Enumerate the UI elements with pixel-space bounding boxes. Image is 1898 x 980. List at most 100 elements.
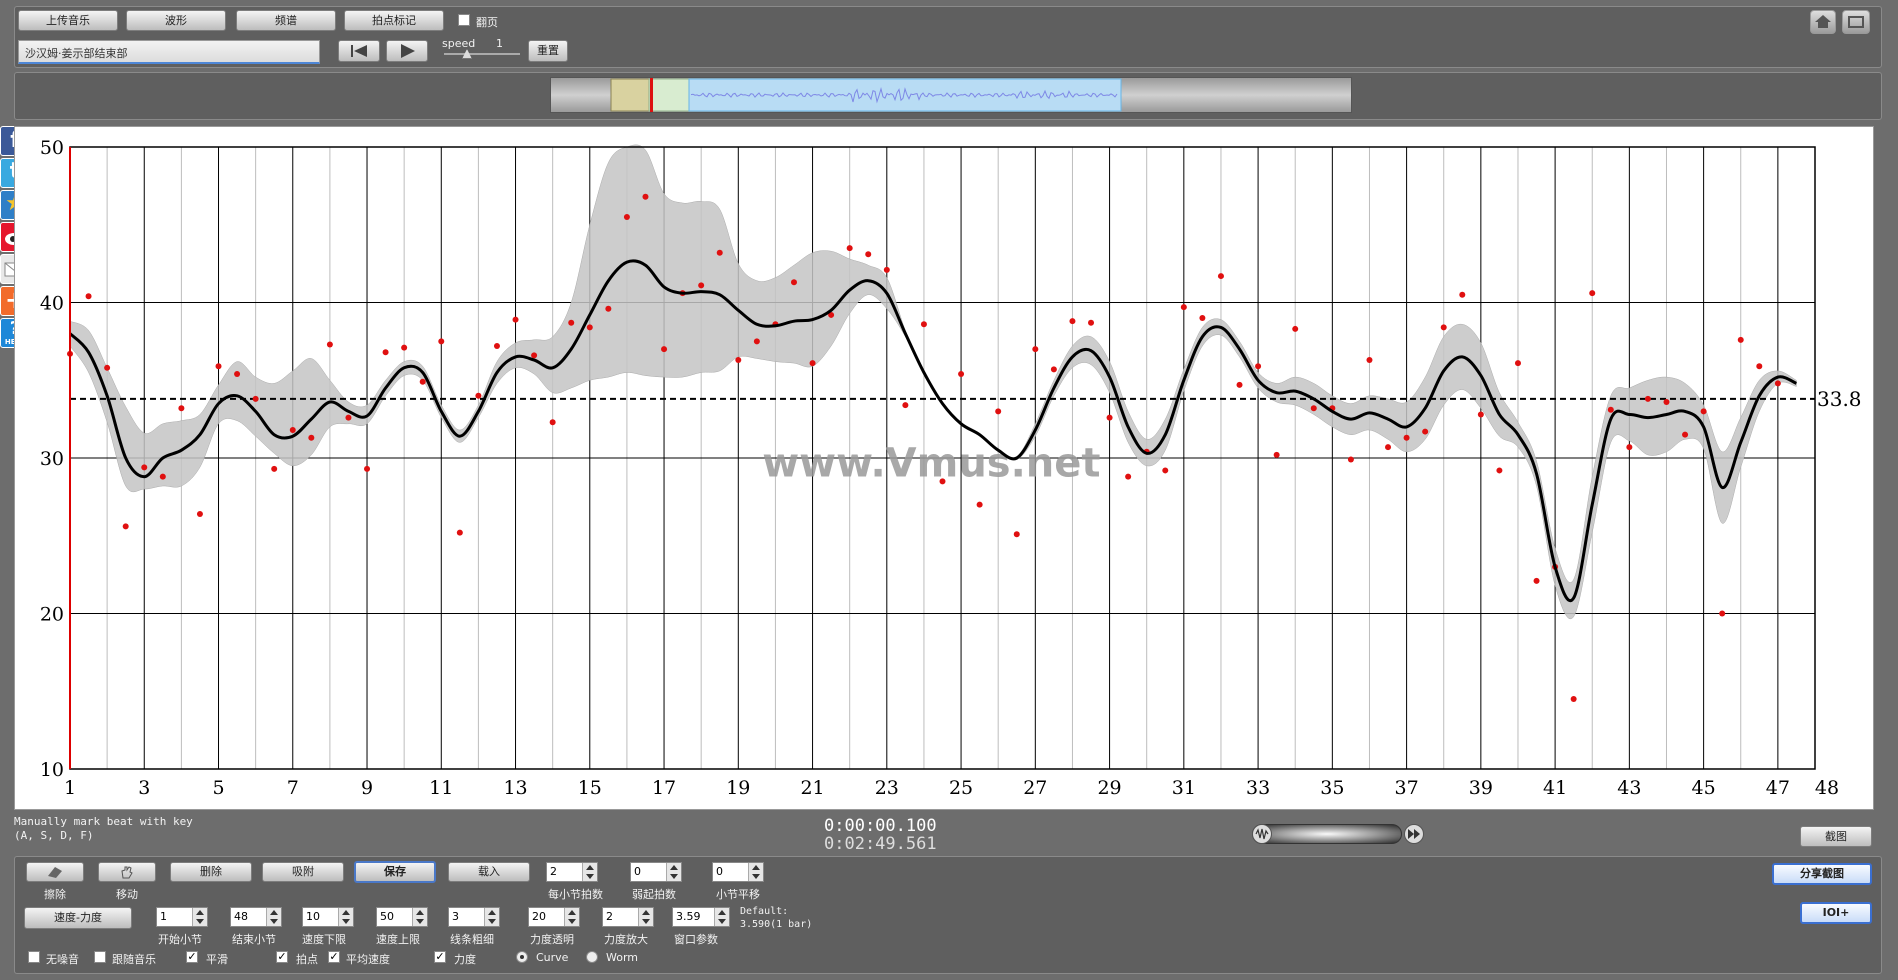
x-tick-label: 17 [652, 777, 676, 799]
worm-radio[interactable] [586, 951, 598, 963]
hint-line-2: (A, S, D, F) [14, 829, 94, 842]
load-button[interactable]: 载入 [448, 862, 530, 882]
beat-point [438, 338, 445, 345]
ioi-plus-button[interactable]: IOI+ [1800, 902, 1872, 924]
beat-mark-button[interactable]: 拍点标记 [344, 10, 444, 31]
dyn-zoom-spinner[interactable]: 2 [602, 907, 654, 927]
eraser-icon [48, 867, 62, 878]
spinner-arrows-icon[interactable] [638, 908, 653, 926]
share-screenshot-button[interactable]: 分享截图 [1772, 863, 1872, 885]
beat-point [252, 395, 259, 402]
overview-waveform[interactable] [550, 77, 1352, 113]
x-tick-label: 27 [1023, 777, 1047, 799]
spinner-arrows-icon[interactable] [748, 863, 763, 881]
beat-point [85, 293, 92, 300]
spinner-arrows-icon[interactable] [582, 863, 597, 881]
chart-area[interactable]: www.Vmus.net 1 3 5 7 9 11 13 15 17 19 21 23 25 27 29 31… [14, 126, 1874, 810]
follow-music-checkbox[interactable] [94, 951, 106, 963]
spinner-arrows-icon[interactable] [484, 908, 499, 926]
erase-button[interactable] [26, 862, 84, 882]
beat-point [1589, 290, 1596, 297]
x-tick-label: 13 [503, 777, 527, 799]
beat-point [920, 321, 927, 328]
start-bar-spinner[interactable]: 1 [156, 907, 208, 927]
tempo-chart[interactable]: www.Vmus.net 1 3 5 7 9 11 13 15 17 19 21 23 25 27 29 31… [15, 127, 1873, 809]
no-noise-checkbox[interactable] [28, 951, 40, 963]
snap-button[interactable]: 吸附 [262, 862, 344, 882]
tempo-min-spinner[interactable]: 10 [302, 907, 354, 927]
x-tick-label: 29 [1097, 777, 1121, 799]
beat-point [419, 378, 426, 385]
beat-point [1459, 291, 1466, 298]
beat-point [326, 341, 333, 348]
beat-point [345, 414, 352, 421]
bar-offset-label: 小节平移 [716, 888, 760, 901]
reset-button[interactable]: 重置 [528, 40, 568, 62]
beat-point [1440, 324, 1447, 331]
waveform-button[interactable]: 波形 [126, 10, 226, 31]
beat-point [958, 371, 965, 378]
y-tick-label: 40 [40, 293, 64, 315]
fullscreen-icon[interactable] [1842, 10, 1870, 34]
fast-forward-icon[interactable] [1404, 824, 1424, 844]
dyn-zoom-label: 力度放大 [604, 933, 648, 946]
tempo-min-value: 10 [306, 910, 320, 923]
x-tick-label: 39 [1469, 777, 1493, 799]
window-param-spinner[interactable]: 3.59 [672, 907, 730, 927]
spinner-arrows-icon[interactable] [714, 908, 729, 926]
beat-point [1310, 405, 1317, 412]
track-title-field[interactable]: 沙汉姆·姜示部结束部 [18, 40, 320, 64]
beat-point [549, 419, 556, 426]
spectrum-button[interactable]: 频谱 [236, 10, 336, 31]
beat-point [1162, 467, 1169, 474]
pickup-beats-label: 弱起拍数 [632, 888, 676, 901]
beat-points-checkbox[interactable]: ✓ [276, 951, 288, 963]
beat-point [271, 465, 278, 472]
beat-point [1570, 696, 1577, 703]
end-bar-spinner[interactable]: 48 [230, 907, 282, 927]
bar-offset-spinner[interactable]: 0 [712, 862, 764, 882]
save-button[interactable]: 保存 [354, 861, 436, 883]
upload-music-button[interactable]: 上传音乐 [18, 10, 118, 31]
speed-slider-track[interactable] [444, 53, 520, 55]
y-tick-label: 30 [40, 448, 64, 470]
beat-point [623, 213, 630, 220]
smooth-label: 平滑 [206, 953, 228, 966]
dynamics-checkbox[interactable]: ✓ [434, 951, 446, 963]
smooth-checkbox[interactable]: ✓ [186, 951, 198, 963]
beat-point [364, 465, 371, 472]
waveform-small-icon[interactable] [1252, 824, 1272, 844]
spinner-arrows-icon[interactable] [412, 908, 427, 926]
screenshot-button[interactable]: 截图 [1800, 826, 1872, 847]
flip-page-label: 翻页 [476, 16, 498, 29]
beats-per-bar-spinner[interactable]: 2 [546, 862, 598, 882]
delete-button[interactable]: 删除 [170, 862, 252, 882]
pickup-beats-spinner[interactable]: 0 [630, 862, 682, 882]
beat-point [1106, 414, 1113, 421]
home-icon[interactable] [1810, 10, 1836, 34]
spinner-arrows-icon[interactable] [564, 908, 579, 926]
play-button[interactable] [386, 40, 428, 62]
beat-point [1607, 406, 1614, 413]
beat-point [234, 371, 241, 378]
x-tick-label: 11 [429, 777, 453, 799]
spinner-arrows-icon[interactable] [266, 908, 281, 926]
beat-point [1032, 346, 1039, 353]
avg-tempo-checkbox[interactable]: ✓ [328, 951, 340, 963]
spinner-arrows-icon[interactable] [666, 863, 681, 881]
spinner-arrows-icon[interactable] [192, 908, 207, 926]
dynamics-label: 力度 [454, 953, 476, 966]
flip-page-checkbox[interactable] [458, 14, 470, 26]
y-tick-label: 50 [40, 137, 64, 159]
dyn-transparency-spinner[interactable]: 20 [528, 907, 580, 927]
move-button[interactable] [98, 862, 156, 882]
skip-start-button[interactable] [338, 40, 380, 62]
spinner-arrows-icon[interactable] [338, 908, 353, 926]
volume-slider[interactable] [1252, 824, 1402, 844]
tempo-dynamics-button[interactable]: 速度-力度 [24, 907, 132, 929]
tempo-max-spinner[interactable]: 50 [376, 907, 428, 927]
curve-width-spinner[interactable]: 3 [448, 907, 500, 927]
start-bar-value: 1 [160, 910, 167, 923]
curve-radio[interactable] [516, 951, 528, 963]
average-tempo-label: 33.8 [1817, 387, 1862, 411]
